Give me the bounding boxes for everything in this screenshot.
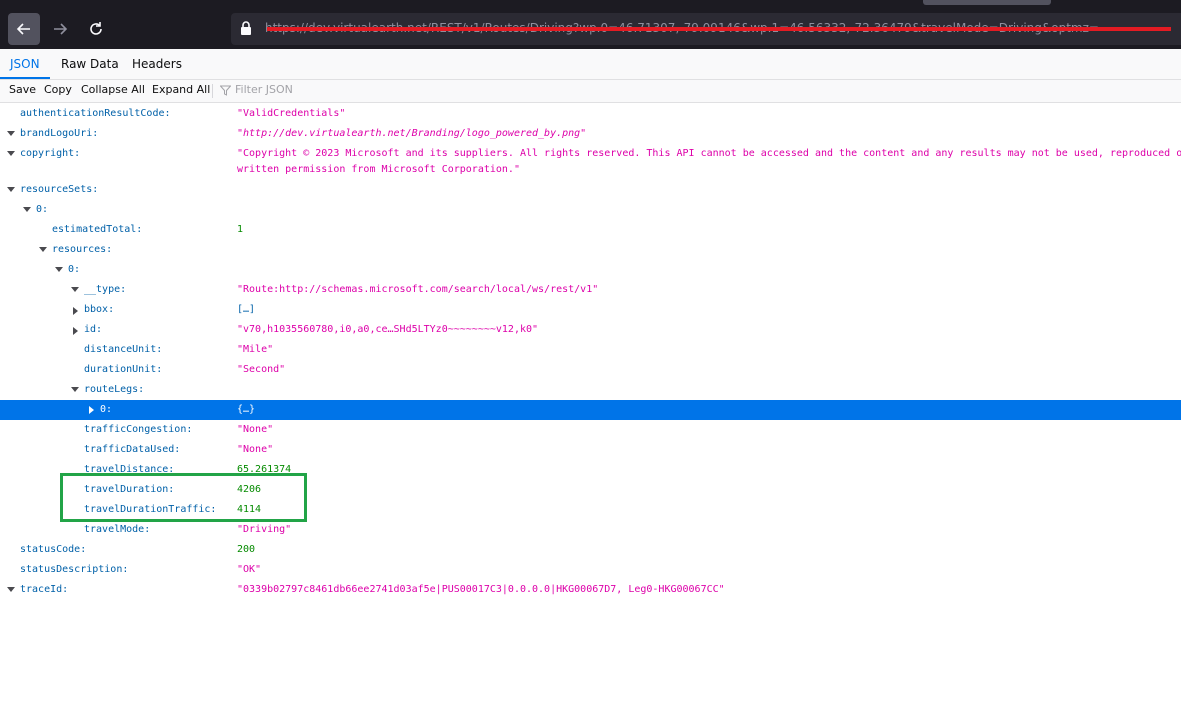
- tree-value: "Driving": [237, 524, 292, 535]
- tree-key: 0:: [68, 264, 81, 275]
- expand-arrow-icon[interactable]: [7, 151, 15, 156]
- save-button[interactable]: Save: [9, 83, 36, 96]
- tree-key: travelMode:: [84, 524, 151, 535]
- expand-arrow-icon[interactable]: [23, 207, 31, 212]
- tree-key: resources:: [52, 244, 113, 255]
- tab-raw-data[interactable]: Raw Data: [51, 49, 129, 79]
- expand-arrow-icon[interactable]: [7, 587, 15, 592]
- tree-row-selected[interactable]: 0: {…}: [0, 400, 1181, 420]
- viewer-tabs: JSON Raw Data Headers: [0, 49, 1181, 80]
- tree-value: 200: [237, 544, 256, 555]
- expand-arrow-icon[interactable]: [71, 287, 79, 292]
- tree-key: estimatedTotal:: [52, 224, 143, 235]
- tree-value: "ValidCredentials": [237, 108, 346, 119]
- filter-json-input[interactable]: Filter JSON: [235, 83, 293, 96]
- expand-arrow-icon[interactable]: [39, 247, 47, 252]
- tree-value: "OK": [237, 564, 262, 575]
- tree-key: statusDescription:: [20, 564, 129, 575]
- collapsed-arrow-icon[interactable]: [89, 406, 94, 414]
- expand-arrow-icon[interactable]: [7, 131, 15, 136]
- tree-value: "http://dev.virtualearth.net/Branding/lo…: [237, 128, 587, 139]
- tree-key: trafficCongestion:: [84, 424, 193, 435]
- collapsed-arrow-icon[interactable]: [73, 327, 78, 335]
- tree-value: "None": [237, 424, 274, 435]
- tree-key: statusCode:: [20, 544, 87, 555]
- tree-key: copyright:: [20, 148, 81, 159]
- tab-json[interactable]: JSON: [0, 49, 50, 79]
- collapse-all-button[interactable]: Collapse All: [81, 83, 145, 96]
- reload-icon: [90, 22, 102, 35]
- filter-icon: [220, 85, 231, 96]
- tree-value: written permission from Microsoft Corpor…: [237, 164, 520, 175]
- tree-key: 0:: [100, 404, 113, 415]
- tree-key: resourceSets:: [20, 184, 99, 195]
- tree-value: "0339b02797c8461db66ee2741d03af5e|PUS000…: [237, 584, 725, 595]
- json-toolbar: Save Copy Collapse All Expand All Filter…: [0, 80, 1181, 103]
- browser-toolbar: https://dev.virtualearth.net/REST/v1/Rou…: [0, 0, 1181, 49]
- expand-arrow-icon[interactable]: [55, 267, 63, 272]
- url-bar[interactable]: https://dev.virtualearth.net/REST/v1/Rou…: [231, 13, 1181, 45]
- toolbar-divider: [212, 84, 213, 98]
- tree-key: brandLogoUri:: [20, 128, 99, 139]
- tree-value: "None": [237, 444, 274, 455]
- tree-key: authenticationResultCode:: [20, 108, 171, 119]
- tree-key: id:: [84, 324, 103, 335]
- tree-key: durationUnit:: [84, 364, 163, 375]
- green-highlight-box: [60, 473, 307, 522]
- tree-value: […]: [237, 304, 256, 315]
- redaction-line: [267, 27, 1171, 31]
- tree-value: "Copyright © 2023 Microsoft and its supp…: [237, 148, 1181, 159]
- tab-indicator: [923, 0, 1051, 5]
- tree-key: traceId:: [20, 584, 69, 595]
- tree-key: distanceUnit:: [84, 344, 163, 355]
- tree-value: "Route:http://schemas.microsoft.com/sear…: [237, 284, 599, 295]
- tree-value: "v70,h1035560780,i0,a0,ce…SHd5LTYz0~~~~~…: [237, 324, 539, 335]
- collapsed-arrow-icon[interactable]: [73, 307, 78, 315]
- copy-button[interactable]: Copy: [44, 83, 72, 96]
- reload-button[interactable]: [80, 13, 112, 45]
- expand-all-button[interactable]: Expand All: [152, 83, 210, 96]
- tree-value: 1: [237, 224, 244, 235]
- tree-key: routeLegs:: [84, 384, 145, 395]
- expand-arrow-icon[interactable]: [7, 187, 15, 192]
- tree-value: "Mile": [237, 344, 274, 355]
- arrow-left-icon: [16, 23, 30, 35]
- forward-button[interactable]: [44, 13, 76, 45]
- tree-key: trafficDataUsed:: [84, 444, 181, 455]
- lock-icon: [241, 21, 251, 35]
- expand-arrow-icon[interactable]: [71, 387, 79, 392]
- tab-headers[interactable]: Headers: [122, 49, 192, 79]
- arrow-right-icon: [54, 23, 68, 35]
- tree-value: {…}: [237, 404, 256, 415]
- tree-key: bbox:: [84, 304, 115, 315]
- tree-value: "Second": [237, 364, 286, 375]
- tree-key: __type:: [84, 284, 127, 295]
- tree-key: 0:: [36, 204, 49, 215]
- back-button[interactable]: [8, 13, 40, 45]
